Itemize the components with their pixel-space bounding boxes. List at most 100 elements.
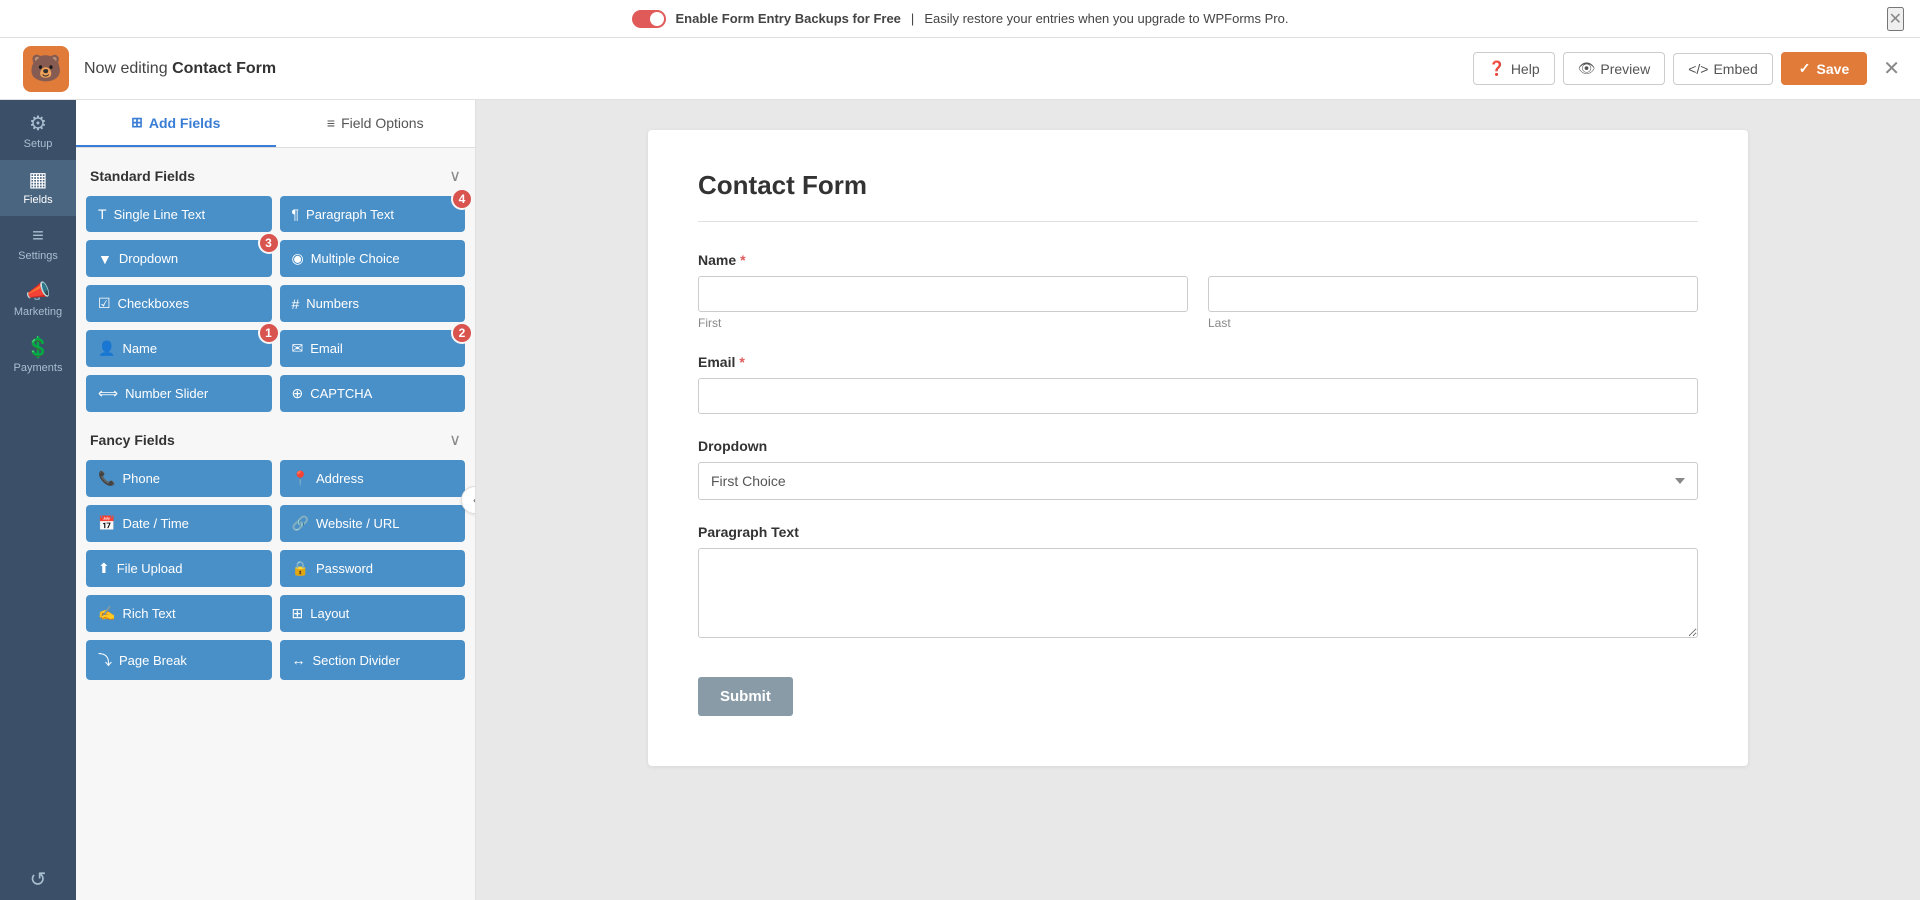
field-btn-number-slider[interactable]: ⟺ Number Slider <box>86 375 272 412</box>
field-btn-layout[interactable]: ⊞ Layout <box>280 595 466 632</box>
field-btn-checkboxes[interactable]: ☑ Checkboxes <box>86 285 272 322</box>
dropdown-select[interactable]: First Choice <box>698 462 1698 500</box>
marketing-icon: 📣 <box>26 282 51 302</box>
email-required-star: * <box>739 354 744 370</box>
field-btn-password[interactable]: 🔒 Password <box>280 550 466 587</box>
dropdown-field-group: Dropdown First Choice <box>698 438 1698 500</box>
name-required-star: * <box>740 252 745 268</box>
dropdown-field-icon: ▼ <box>98 251 112 267</box>
paragraph-textarea[interactable] <box>698 548 1698 638</box>
help-button[interactable]: ❓ Help <box>1473 52 1554 85</box>
form-name-header: Contact Form <box>172 60 276 77</box>
sidebar-item-settings[interactable]: ≡ Settings <box>0 216 76 272</box>
editing-label: Now editing Contact Form <box>84 60 1473 78</box>
fancy-fields-title: Fancy Fields <box>90 432 175 448</box>
submit-button[interactable]: Submit <box>698 677 793 716</box>
check-icon: ✓ <box>1799 60 1811 77</box>
preview-button[interactable]: 👁 Preview <box>1563 52 1666 85</box>
field-btn-captcha[interactable]: ⊕ CAPTCHA <box>280 375 466 412</box>
sidebar-item-history[interactable]: ↺ <box>0 860 76 900</box>
paragraph-text-label: Paragraph Text <box>698 524 1698 540</box>
name-last-col: Last <box>1208 276 1698 330</box>
sidebar-item-marketing[interactable]: 📣 Marketing <box>0 272 76 328</box>
name-field-label: Name <box>122 341 157 356</box>
checkboxes-label: Checkboxes <box>118 296 190 311</box>
sidebar-label-payments: Payments <box>14 362 63 374</box>
phone-label: Phone <box>122 471 160 486</box>
email-field-icon: ✉ <box>292 340 304 357</box>
standard-fields-title: Standard Fields <box>90 168 195 184</box>
field-btn-name[interactable]: 👤 Name 1 <box>86 330 272 367</box>
app-logo: 🐻 <box>20 43 72 95</box>
code-icon: </> <box>1688 61 1708 77</box>
sidebar-item-payments[interactable]: 💲 Payments <box>0 328 76 384</box>
form-canvas: Contact Form Name * First Last <box>476 100 1920 900</box>
dropdown-label-text: Dropdown <box>698 438 1698 454</box>
field-btn-email[interactable]: ✉ Email 2 <box>280 330 466 367</box>
field-btn-dropdown[interactable]: ▼ Dropdown 3 <box>86 240 272 277</box>
email-input[interactable] <box>698 378 1698 414</box>
notif-close-button[interactable]: ✕ <box>1887 7 1904 31</box>
save-button[interactable]: ✓ Save <box>1781 52 1867 85</box>
rich-text-icon: ✍ <box>98 605 115 622</box>
backup-toggle[interactable] <box>632 10 666 28</box>
field-btn-multiple-choice[interactable]: ◉ Multiple Choice <box>280 240 466 277</box>
phone-icon: 📞 <box>98 470 115 487</box>
layout-icon: ⊞ <box>292 605 304 622</box>
number-slider-label: Number Slider <box>125 386 208 401</box>
sidebar-item-fields[interactable]: ▦ Fields <box>0 160 76 216</box>
field-btn-address[interactable]: 📍 Address <box>280 460 466 497</box>
help-icon: ❓ <box>1488 60 1505 77</box>
name-first-input[interactable] <box>698 276 1188 312</box>
field-btn-section-divider[interactable]: ↔ Section Divider <box>280 640 466 680</box>
eye-icon: 👁 <box>1578 60 1596 77</box>
name-last-input[interactable] <box>1208 276 1698 312</box>
date-time-label: Date / Time <box>122 516 188 531</box>
last-sublabel: Last <box>1208 316 1698 330</box>
fields-tabs: ⊞ Add Fields ≡ Field Options <box>76 100 475 148</box>
form-card: Contact Form Name * First Last <box>648 130 1748 766</box>
tab-add-fields-label: Add Fields <box>149 115 221 131</box>
standard-fields-grid: T Single Line Text ¶ Paragraph Text 4 ▼ … <box>86 196 465 412</box>
file-upload-label: File Upload <box>117 561 183 576</box>
header-actions: ❓ Help 👁 Preview </> Embed ✓ Save ✕ <box>1473 52 1900 85</box>
field-btn-phone[interactable]: 📞 Phone <box>86 460 272 497</box>
single-line-text-label: Single Line Text <box>114 207 206 222</box>
page-break-icon: ⤵ <box>98 650 112 670</box>
single-line-text-icon: T <box>98 206 107 222</box>
tab-add-fields[interactable]: ⊞ Add Fields <box>76 100 276 147</box>
field-btn-file-upload[interactable]: ⬆ File Upload <box>86 550 272 587</box>
email-label: Email * <box>698 354 1698 370</box>
name-field-icon: 👤 <box>98 340 115 357</box>
paragraph-text-icon: ¶ <box>292 206 300 222</box>
website-url-icon: 🔗 <box>292 515 309 532</box>
settings-icon: ≡ <box>32 226 44 246</box>
fancy-fields-grid: 📞 Phone 📍 Address 📅 Date / Time 🔗 Websit… <box>86 460 465 680</box>
standard-chevron-icon[interactable]: ∨ <box>449 166 461 186</box>
field-options-icon: ≡ <box>327 115 335 131</box>
tab-field-options[interactable]: ≡ Field Options <box>276 100 476 147</box>
layout-label: Layout <box>310 606 349 621</box>
email-field-group: Email * <box>698 354 1698 414</box>
field-btn-rich-text[interactable]: ✍ Rich Text <box>86 595 272 632</box>
fields-icon: ▦ <box>29 170 48 190</box>
embed-button[interactable]: </> Embed <box>1673 53 1773 85</box>
email-badge: 2 <box>451 322 473 344</box>
icon-sidebar: ⚙ Setup ▦ Fields ≡ Settings 📣 Marketing … <box>0 100 76 900</box>
field-btn-page-break[interactable]: ⤵ Page Break <box>86 640 272 680</box>
sidebar-label-marketing: Marketing <box>14 306 62 318</box>
fields-scroll[interactable]: Standard Fields ∨ T Single Line Text ¶ P… <box>76 148 475 900</box>
sidebar-item-setup[interactable]: ⚙ Setup <box>0 104 76 160</box>
fancy-chevron-icon[interactable]: ∨ <box>449 430 461 450</box>
field-btn-date-time[interactable]: 📅 Date / Time <box>86 505 272 542</box>
field-btn-paragraph-text[interactable]: ¶ Paragraph Text 4 <box>280 196 466 232</box>
captcha-label: CAPTCHA <box>310 386 372 401</box>
checkboxes-icon: ☑ <box>98 295 111 312</box>
name-first-col: First <box>698 276 1188 330</box>
field-btn-single-line-text[interactable]: T Single Line Text <box>86 196 272 232</box>
close-button[interactable]: ✕ <box>1883 59 1900 79</box>
field-btn-website-url[interactable]: 🔗 Website / URL <box>280 505 466 542</box>
paragraph-text-field-group: Paragraph Text <box>698 524 1698 643</box>
field-btn-numbers[interactable]: # Numbers <box>280 285 466 322</box>
name-row: First Last <box>698 276 1698 330</box>
